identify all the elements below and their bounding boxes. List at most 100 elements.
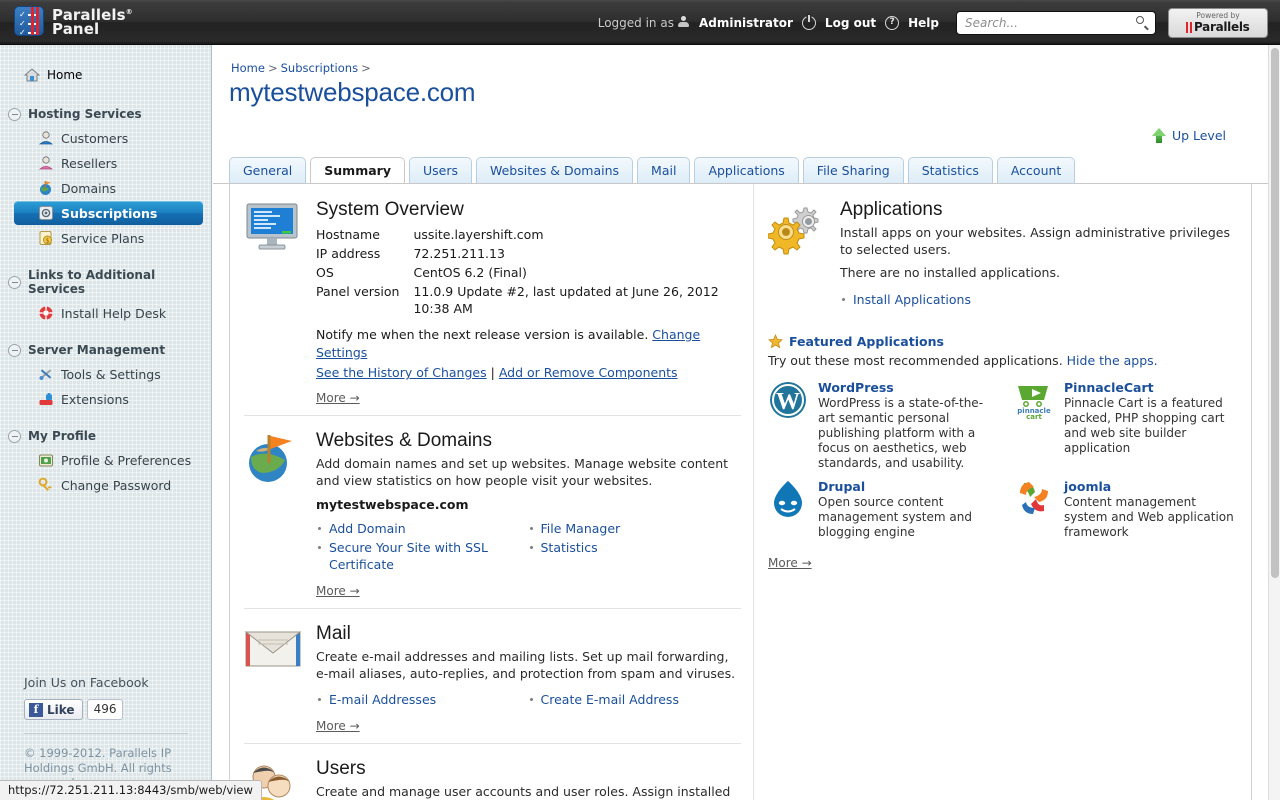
- secure-site-ssl-link[interactable]: Secure Your Site with SSL Certificate: [329, 540, 488, 572]
- app-card-joomla[interactable]: joomla Content management system and Web…: [1014, 479, 1238, 540]
- app-description: Content management system and Web applic…: [1064, 494, 1234, 539]
- notify-line: Notify me when the next release version …: [316, 326, 739, 362]
- tab-account[interactable]: Account: [996, 157, 1076, 184]
- add-remove-components-link[interactable]: Add or Remove Components: [499, 365, 678, 380]
- collapse-toggle-icon[interactable]: [8, 275, 21, 289]
- sidebar-group-server-management[interactable]: Server Management: [0, 339, 211, 361]
- star-icon: [768, 333, 783, 349]
- sidebar-item-domains[interactable]: Domains: [14, 176, 203, 200]
- facebook-icon: f: [29, 702, 43, 717]
- wordpress-icon: W: [768, 380, 808, 420]
- add-domain-link[interactable]: Add Domain: [329, 521, 406, 536]
- overview-value: CentOS 6.2 (Final): [413, 265, 527, 280]
- globe-flag-icon: [244, 429, 302, 598]
- featured-applications-title: Featured Applications: [789, 333, 944, 349]
- history-of-changes-link[interactable]: See the History of Changes: [316, 365, 487, 380]
- sidebar-group-label: Server Management: [28, 343, 166, 357]
- install-applications-link[interactable]: Install Applications: [853, 292, 971, 307]
- facebook-like-button[interactable]: f Like: [24, 699, 83, 720]
- tab-statistics[interactable]: Statistics: [907, 157, 993, 184]
- domain-globe-icon: [38, 180, 54, 196]
- administrator-link[interactable]: Administrator: [690, 16, 802, 30]
- app-name-link[interactable]: Drupal: [818, 479, 992, 494]
- scrollbar-thumb[interactable]: [1271, 48, 1279, 578]
- help-link[interactable]: Help: [899, 16, 948, 30]
- hide-the-apps-link[interactable]: Hide the apps.: [1067, 353, 1158, 368]
- sidebar-item-home[interactable]: Home: [0, 61, 211, 89]
- tab-summary[interactable]: Summary: [310, 157, 405, 184]
- sidebar-item-extensions[interactable]: Extensions: [14, 387, 203, 411]
- parallels-panel-logo[interactable]: ✓ ✓ ✓ Parallels® Panel: [14, 5, 133, 37]
- domain-name: mytestwebspace.com: [316, 497, 469, 512]
- section-description: Add domain names and set up websites. Ma…: [316, 456, 729, 488]
- applications-empty-text: There are no installed applications.: [840, 265, 1060, 280]
- sidebar-item-tools-and-settings[interactable]: Tools & Settings: [14, 362, 203, 386]
- more-link-system-overview[interactable]: More →: [316, 391, 360, 405]
- help-icon: ?: [885, 15, 900, 30]
- links-separator: |: [490, 365, 495, 380]
- breadcrumb-item-subscriptions[interactable]: Subscriptions: [281, 61, 358, 75]
- logout-link[interactable]: Log out: [816, 16, 885, 30]
- sidebar-item-resellers[interactable]: Resellers: [14, 151, 203, 175]
- search-input[interactable]: [956, 10, 1156, 35]
- email-addresses-link[interactable]: E-mail Addresses: [329, 692, 436, 707]
- section-title: Websites & Domains: [316, 430, 492, 451]
- app-description: WordPress is a state-of-the-art semantic…: [818, 395, 984, 470]
- joomla-icon: [1014, 479, 1054, 519]
- create-email-address-link[interactable]: Create E-mail Address: [541, 692, 679, 707]
- more-link-applications[interactable]: More →: [768, 556, 812, 570]
- app-name-link[interactable]: WordPress: [818, 380, 992, 395]
- parallels-wordmark: Parallels: [1193, 20, 1250, 35]
- tab-file-sharing[interactable]: File Sharing: [802, 157, 904, 184]
- sidebar-item-profile-and-preferences[interactable]: Profile & Preferences: [14, 448, 203, 472]
- sidebar-group-my-profile[interactable]: My Profile: [0, 425, 211, 447]
- power-icon: [801, 14, 816, 30]
- more-link-websites-and-domains[interactable]: More →: [316, 584, 360, 598]
- link-list-left: Add Domain Secure Your Site with SSL Cer…: [316, 518, 528, 575]
- panel-logo-icon: ✓ ✓ ✓: [14, 5, 44, 36]
- list-item: Create E-mail Address: [528, 691, 740, 708]
- app-name-link[interactable]: PinnacleCart: [1064, 380, 1238, 395]
- sidebar-group-hosting-services[interactable]: Hosting Services: [0, 103, 211, 125]
- sidebar-item-label: Tools & Settings: [61, 366, 161, 382]
- extensions-icon: [38, 391, 54, 407]
- file-manager-link[interactable]: File Manager: [541, 521, 621, 536]
- tab-applications[interactable]: Applications: [694, 157, 799, 184]
- tab-websites-and-domains[interactable]: Websites & Domains: [475, 157, 634, 184]
- sidebar-item-service-plans[interactable]: $ Service Plans: [14, 226, 203, 250]
- more-link-mail[interactable]: More →: [316, 719, 360, 733]
- monitor-icon: [244, 198, 302, 405]
- statistics-link[interactable]: Statistics: [541, 540, 598, 555]
- sidebar-item-customers[interactable]: Customers: [14, 126, 203, 150]
- sidebar-item-subscriptions[interactable]: Subscriptions: [14, 201, 203, 225]
- app-card-drupal[interactable]: Drupal Open source content management sy…: [768, 479, 992, 540]
- user-avatar-icon: [677, 15, 690, 30]
- collapse-toggle-icon[interactable]: [8, 107, 21, 121]
- status-bar-url: https://72.251.211.13:8443/smb/web/view: [0, 780, 262, 800]
- sidebar-item-label: Profile & Preferences: [61, 452, 192, 468]
- up-level-link[interactable]: Up Level: [1151, 127, 1226, 143]
- sidebar-group-links-to-additional-services[interactable]: Links to Additional Services: [0, 264, 211, 300]
- up-arrow-icon: [1151, 127, 1166, 143]
- breadcrumb-item-home[interactable]: Home: [231, 61, 265, 75]
- sidebar-item-change-password[interactable]: Change Password: [14, 473, 203, 497]
- logo-registered-mark: ®: [125, 8, 133, 16]
- collapse-toggle-icon[interactable]: [8, 429, 21, 443]
- vertical-scrollbar[interactable]: [1268, 45, 1280, 800]
- overview-key: Panel version: [316, 284, 400, 299]
- tab-general[interactable]: General: [229, 157, 307, 184]
- svg-text:cart: cart: [1026, 413, 1042, 420]
- link-list: Add Domain Secure Your Site with SSL Cer…: [316, 518, 739, 575]
- tab-mail[interactable]: Mail: [637, 157, 691, 184]
- app-name-link[interactable]: joomla: [1064, 479, 1238, 494]
- parallels-bars-icon: [1186, 21, 1192, 33]
- sidebar-item-install-help-desk[interactable]: Install Help Desk: [14, 301, 203, 325]
- featured-applications-subtext: Try out these most recommended applicati…: [768, 353, 1238, 368]
- app-description: Pinnacle Cart is a featured packed, PHP …: [1064, 395, 1225, 455]
- tab-users[interactable]: Users: [408, 157, 472, 184]
- app-card-wordpress[interactable]: W WordPress WordPress is a state-of-the-…: [768, 380, 992, 471]
- search-box[interactable]: [956, 10, 1156, 35]
- list-item: Add Domain: [316, 520, 528, 537]
- collapse-toggle-icon[interactable]: [8, 343, 21, 357]
- app-card-pinnaclecart[interactable]: pinnacle cart PinnacleCart Pinnacle Cart…: [1014, 380, 1238, 471]
